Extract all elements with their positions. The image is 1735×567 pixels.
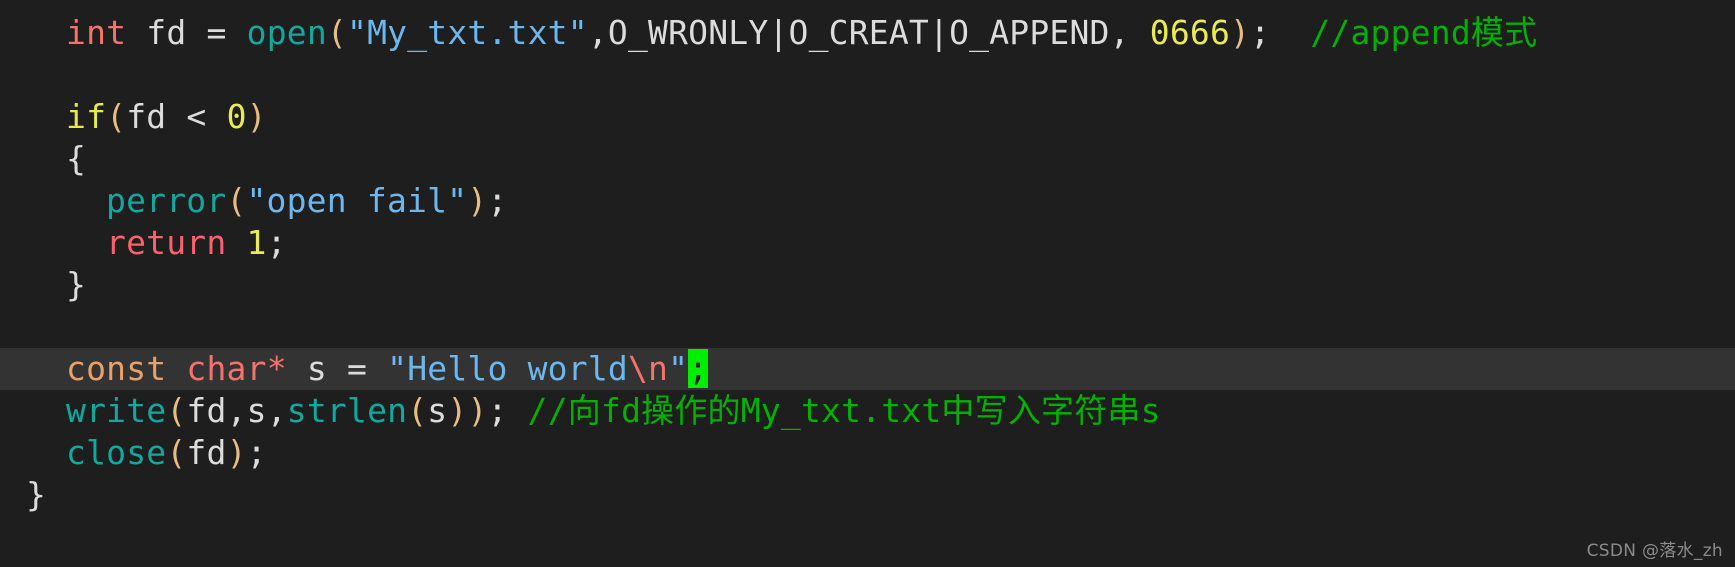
code-token: "My_txt.txt" [347,13,588,52]
code-editor-viewport[interactable]: int fd = open("My_txt.txt",O_WRONLY|O_CR… [0,0,1735,516]
code-token: , [226,391,247,430]
code-line[interactable]: { [0,138,1735,180]
code-token: fd [126,13,207,52]
code-token: if [66,97,107,136]
code-token: ( [166,433,187,472]
code-token: \n [627,349,669,388]
code-line-blank[interactable] [0,306,1735,348]
code-token: ) [246,97,267,136]
code-token: fd [126,97,187,136]
code-token: } [66,265,87,304]
code-line[interactable]: return 1; [0,222,1735,264]
code-token: 0666 [1149,13,1231,52]
code-token: ; [246,433,267,472]
code-token: "open fail" [246,181,468,220]
code-token: ; [487,181,508,220]
code-token: ) [1230,13,1251,52]
code-token: int [66,13,127,52]
code-token: open [246,13,327,52]
code-token: O_APPEND [949,13,1110,52]
code-token: | [768,13,789,52]
code-token: O_WRONLY [607,13,769,52]
code-token: ) [467,181,488,220]
code-token: "Hello world [387,349,628,388]
code-line[interactable]: perror("open fail"); [0,180,1735,222]
code-token: const [66,349,167,388]
code-token: perror [106,181,227,220]
code-token: ) [467,391,488,430]
code-token: | [929,13,950,52]
code-token: fd [186,391,227,430]
code-token: " [668,349,689,388]
code-token: ) [447,391,468,430]
code-token: * [266,349,287,388]
code-token: , [266,391,287,430]
code-token: } [26,475,47,514]
code-token: < [186,97,207,136]
code-token: s [427,391,448,430]
code-token: s [286,349,347,388]
code-line[interactable]: write(fd,s,strlen(s)); //向fd操作的My_txt.tx… [0,390,1735,432]
code-token: ; [266,223,287,262]
code-token: close [66,433,167,472]
code-token: ( [106,97,127,136]
code-token: ( [326,13,347,52]
code-screenshot: int fd = open("My_txt.txt",O_WRONLY|O_CR… [0,0,1735,567]
code-token: char [186,349,267,388]
code-token: ( [407,391,428,430]
code-token: return [106,223,227,262]
code-line[interactable]: if(fd < 0) [0,96,1735,138]
code-token: ; [688,349,709,388]
code-token: 0 [226,97,247,136]
code-token: write [66,391,167,430]
code-token: ) [226,433,247,472]
code-line[interactable]: int fd = open("My_txt.txt",O_WRONLY|O_CR… [0,12,1735,54]
csdn-watermark: CSDN @落水_zh [1586,541,1723,561]
code-token: ; [487,391,508,430]
code-line[interactable]: const char* s = "Hello world\n"; [0,348,1735,390]
code-line[interactable]: close(fd); [0,432,1735,474]
code-token: = [206,13,227,52]
code-token: = [346,349,368,388]
code-token: 1 [246,223,267,262]
code-token: //append模式 [1310,13,1538,52]
code-token: strlen [286,391,408,430]
code-token: ; [1250,13,1271,52]
code-line[interactable]: } [0,474,1735,516]
code-token: s [246,391,267,430]
code-token: , [587,13,608,52]
code-line[interactable]: } [0,264,1735,306]
code-token: , [1109,13,1150,52]
code-token: ( [166,391,187,430]
code-token: O_CREAT [788,13,929,52]
code-token: ( [226,181,247,220]
code-token: //向fd操作的My_txt.txt中写入字符串s [527,391,1161,430]
code-line-blank[interactable] [0,54,1735,96]
code-token: fd [186,433,227,472]
code-token: { [66,139,87,178]
